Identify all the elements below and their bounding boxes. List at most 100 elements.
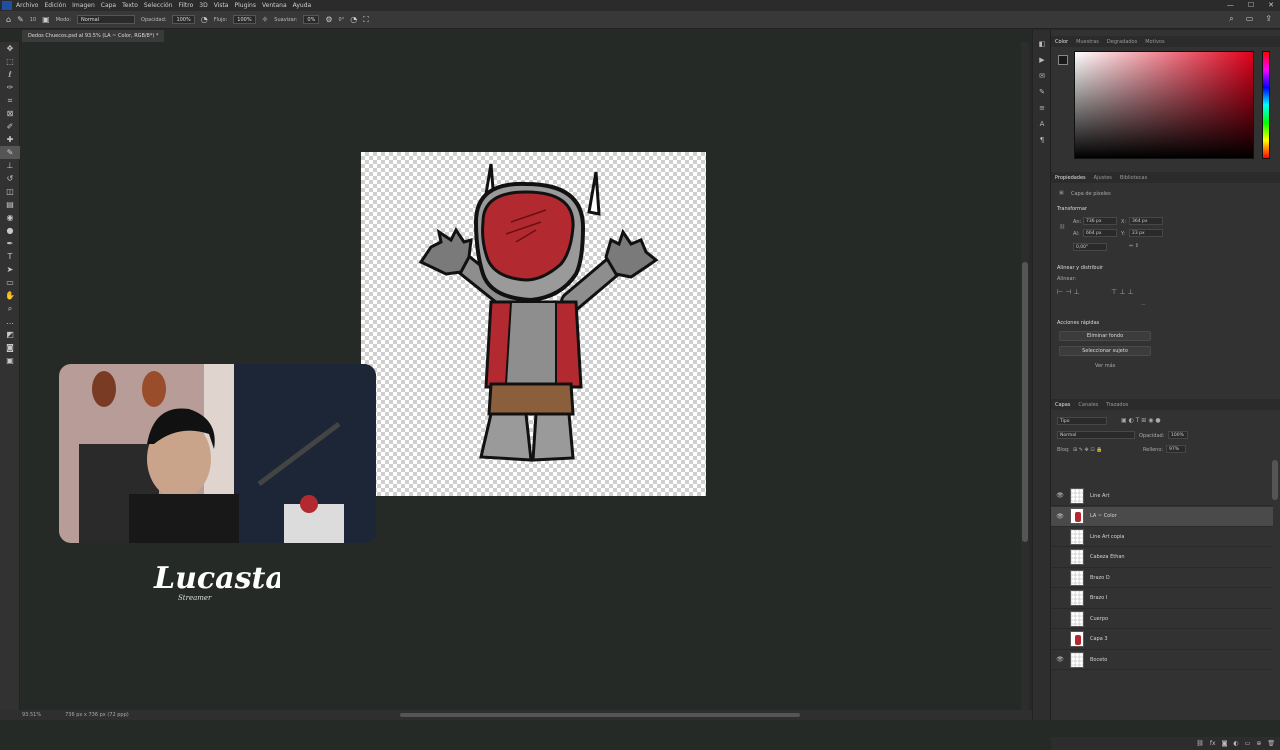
layers-scroll-thumb[interactable] <box>1272 460 1278 500</box>
tab-color[interactable]: Color <box>1055 39 1068 45</box>
actions-panel-icon[interactable]: ▶ <box>1033 52 1051 68</box>
quick-select-tool-icon[interactable]: ✑ <box>0 81 20 94</box>
pressure-opacity-icon[interactable]: ◔ <box>201 15 208 24</box>
blur-tool-icon[interactable]: ◉ <box>0 211 20 224</box>
flow-field[interactable]: 100% <box>233 15 256 24</box>
layer-row[interactable]: Cabeza Ethan <box>1051 548 1273 568</box>
eraser-tool-icon[interactable]: ◫ <box>0 185 20 198</box>
tab-layers[interactable]: Capas <box>1055 402 1070 408</box>
history-panel-icon[interactable]: ◧ <box>1033 36 1051 52</box>
document-tab[interactable]: Dedos Chuecos.psd al 93.5% (LA ~ Color, … <box>22 30 165 42</box>
quick-actions-heading[interactable]: Acciones rápidas <box>1057 320 1099 326</box>
align-top-icons[interactable]: ⊤ ⊥ ⊥ <box>1111 288 1134 296</box>
zoom-tool-icon[interactable]: ⌕ <box>0 302 20 315</box>
canvas-horizontal-scrollbar[interactable] <box>400 713 800 717</box>
brush-settings-icon[interactable]: ✎ <box>1033 84 1051 100</box>
pen-tool-icon[interactable]: ✒ <box>0 237 20 250</box>
layer-row[interactable]: Capa 3 <box>1051 630 1273 650</box>
height-field[interactable]: 664 px <box>1083 229 1117 237</box>
layer-filter-select[interactable]: Tipo <box>1057 417 1107 425</box>
brush-tool-icon[interactable]: ✎ <box>17 15 24 24</box>
menu-seleccion[interactable]: Selección <box>144 2 173 9</box>
crop-tool-icon[interactable]: ⌗ <box>0 94 20 107</box>
comments-panel-icon[interactable]: ✉ <box>1033 68 1051 84</box>
gradient-tool-icon[interactable]: ▤ <box>0 198 20 211</box>
close-button[interactable]: ✕ <box>1268 1 1274 9</box>
new-layer-icon[interactable]: ⊕ <box>1256 740 1261 747</box>
paragraph-panel-icon[interactable]: ¶ <box>1033 132 1051 148</box>
blend-mode-select[interactable]: Normal <box>1057 431 1135 439</box>
document-canvas[interactable] <box>361 152 706 496</box>
tab-properties[interactable]: Propiedades <box>1055 175 1086 181</box>
screen-mode-icon[interactable]: ▣ <box>0 354 20 367</box>
tab-gradients[interactable]: Degradados <box>1107 39 1137 45</box>
layer-row[interactable]: Cuerpo <box>1051 609 1273 629</box>
layer-row[interactable]: 👁 Line Art <box>1051 486 1273 506</box>
hue-slider[interactable] <box>1262 51 1270 159</box>
healing-tool-icon[interactable]: ✚ <box>0 133 20 146</box>
tab-patterns[interactable]: Motivos <box>1145 39 1164 45</box>
search-icon[interactable]: ⌕ <box>1229 14 1233 24</box>
canvas-vertical-scrollbar[interactable] <box>1021 42 1029 710</box>
lock-icons[interactable]: ⊞ ✎ ✥ ⊡ 🔒 <box>1073 447 1102 453</box>
tab-channels[interactable]: Canales <box>1078 402 1098 408</box>
doc-size-readout[interactable]: 736 px x 736 px (72 ppp) <box>65 710 129 720</box>
layer-row[interactable]: 👁 LA ~ Color <box>1051 506 1273 527</box>
flip-icons[interactable]: ⇔ ⇕ <box>1129 243 1139 249</box>
eyedropper-tool-icon[interactable]: ✐ <box>0 120 20 133</box>
workspace-icon[interactable]: ▭ <box>1246 14 1254 24</box>
color-picker-field[interactable] <box>1074 51 1254 159</box>
menu-plugins[interactable]: Plugins <box>234 2 256 9</box>
lasso-tool-icon[interactable]: ℓ <box>0 68 20 81</box>
dodge-tool-icon[interactable]: ● <box>0 224 20 237</box>
add-mask-icon[interactable]: ◙ <box>1222 740 1228 747</box>
pressure-size-icon[interactable]: ◔ <box>350 15 357 24</box>
path-select-tool-icon[interactable]: ➤ <box>0 263 20 276</box>
transform-heading[interactable]: Transformar <box>1057 206 1087 212</box>
minimize-button[interactable]: — <box>1227 1 1234 9</box>
zoom-readout[interactable]: 93.51% <box>22 710 41 720</box>
brush-panel-icon[interactable]: ▣ <box>42 15 50 24</box>
share-icon[interactable]: ⇪ <box>1265 14 1272 24</box>
visibility-eye-icon[interactable]: 👁 <box>1051 513 1069 520</box>
menu-texto[interactable]: Texto <box>122 2 138 9</box>
photoshop-logo-icon[interactable] <box>2 1 12 10</box>
menu-edicion[interactable]: Edición <box>44 2 66 9</box>
delete-layer-icon[interactable]: 🗑 <box>1267 740 1275 747</box>
align-left-icons[interactable]: ⊢ ⊣ ⊥ <box>1057 288 1080 296</box>
filter-icons[interactable]: ▣ ◐ T ⊞ ◉ ● <box>1121 417 1161 424</box>
menu-ayuda[interactable]: Ayuda <box>293 2 312 9</box>
airbrush-icon[interactable]: ✧ <box>262 15 269 24</box>
width-field[interactable]: 736 px <box>1083 217 1117 225</box>
tab-libraries[interactable]: Bibliotecas <box>1120 175 1147 181</box>
foreground-color-swatch[interactable] <box>1058 55 1068 65</box>
align-heading[interactable]: Alinear y distribuir <box>1057 265 1103 271</box>
layer-row[interactable]: Line Art copia <box>1051 527 1273 547</box>
more-tools-icon[interactable]: … <box>0 315 20 328</box>
remove-background-button[interactable]: Eliminar fondo <box>1059 331 1151 341</box>
layer-style-icon[interactable]: fx <box>1210 740 1216 747</box>
fill-field[interactable]: 97% <box>1166 445 1186 453</box>
marquee-tool-icon[interactable]: ⬚ <box>0 55 20 68</box>
mode-select[interactable]: Normal <box>77 15 136 24</box>
menu-archivo[interactable]: Archivo <box>16 2 38 9</box>
move-tool-icon[interactable]: ✥ <box>0 42 20 55</box>
hand-tool-icon[interactable]: ✋ <box>0 289 20 302</box>
link-icon[interactable]: ⛓ <box>1059 224 1065 230</box>
new-group-icon[interactable]: ▭ <box>1245 740 1251 747</box>
gear-icon[interactable]: ⚙ <box>325 15 332 24</box>
color-swatches-icon[interactable]: ◩ <box>0 328 20 341</box>
layer-opacity-field[interactable]: 100% <box>1168 431 1188 439</box>
rectangle-tool-icon[interactable]: ▭ <box>0 276 20 289</box>
smoothing-field[interactable]: 0% <box>303 15 320 24</box>
layer-row[interactable]: Brazo I <box>1051 589 1273 609</box>
menu-filtro[interactable]: Filtro <box>179 2 194 9</box>
layer-row[interactable]: 👁 Boceto <box>1051 650 1273 670</box>
link-layers-icon[interactable]: ⛓ <box>1196 740 1204 747</box>
stamp-tool-icon[interactable]: ⊥ <box>0 159 20 172</box>
menu-vista[interactable]: Vista <box>214 2 229 9</box>
maximize-button[interactable]: ☐ <box>1248 1 1254 9</box>
select-subject-button[interactable]: Seleccionar sujeto <box>1059 346 1151 356</box>
menu-imagen[interactable]: Imagen <box>72 2 95 9</box>
character-panel-icon[interactable]: A <box>1033 116 1051 132</box>
